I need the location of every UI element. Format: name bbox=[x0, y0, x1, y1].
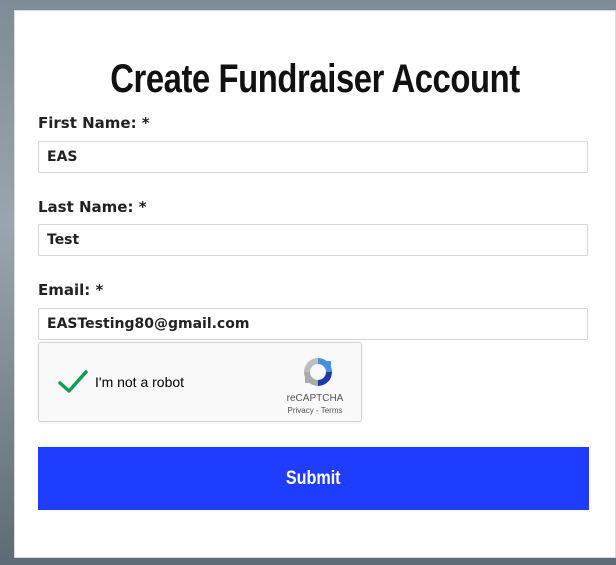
privacy-link[interactable]: Privacy bbox=[288, 406, 314, 415]
terms-link[interactable]: Terms bbox=[321, 406, 343, 415]
submit-button[interactable]: Submit bbox=[38, 447, 589, 510]
signup-panel: Create Fundraiser Account First Name: * … bbox=[14, 10, 616, 558]
recaptcha-links: Privacy - Terms bbox=[265, 406, 365, 415]
last-name-field[interactable]: Test bbox=[38, 224, 588, 256]
captcha-label[interactable]: I'm not a robot bbox=[95, 374, 184, 390]
links-separator: - bbox=[313, 406, 321, 415]
recaptcha-widget: I'm not a robot reCAPTCHA Privacy - Term… bbox=[38, 342, 362, 422]
first-name-field[interactable]: EAS bbox=[38, 141, 588, 173]
email-field[interactable]: EASTesting80@gmail.com bbox=[38, 308, 588, 340]
submit-label: Submit bbox=[286, 467, 341, 489]
first-name-label: First Name: * bbox=[38, 114, 150, 132]
recaptcha-brand: reCAPTCHA bbox=[286, 393, 344, 404]
email-label: Email: * bbox=[38, 281, 104, 299]
checkmark-icon[interactable] bbox=[57, 369, 89, 395]
page-title: Create Fundraiser Account bbox=[110, 57, 520, 101]
recaptcha-logo-icon bbox=[304, 358, 332, 386]
last-name-label: Last Name: * bbox=[38, 198, 147, 216]
